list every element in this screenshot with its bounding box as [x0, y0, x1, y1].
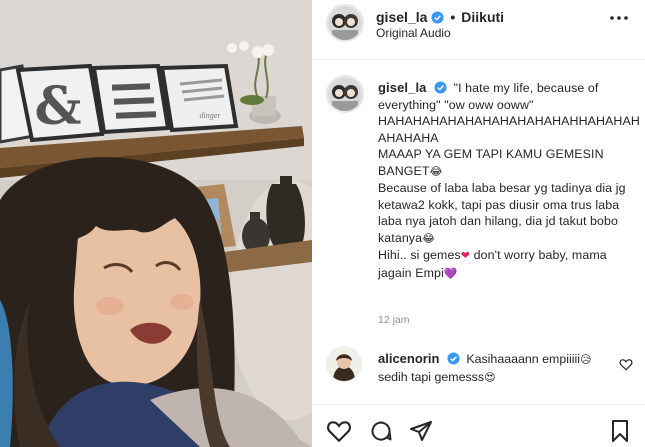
media-illustration: & dinger [0, 0, 312, 447]
post-media[interactable]: & dinger [0, 0, 312, 447]
avatar-image [328, 77, 362, 111]
caption-line-apology-text: MAAAP YA GEM TAPI KAMU GEMESIN BANGET [378, 147, 604, 178]
comment-text: Kasihaaaann empiiiii [466, 352, 580, 366]
author-row: gisel_la • Diikuti [376, 9, 504, 25]
audio-link[interactable]: Original Audio [376, 26, 451, 40]
post-caption: gisel_la "I hate my life, because of eve… [378, 80, 640, 282]
commenter-username[interactable]: alicenorin [378, 351, 439, 366]
caption-line-closing-text: Hihi.. si gemes [378, 248, 461, 262]
verified-badge-icon [434, 81, 447, 94]
comment-text-2: sedih tapi gemesss [378, 369, 485, 384]
caption-line-closing: Hihi.. si gemes❤ don't worry baby, mama … [378, 247, 640, 282]
post-action-bar [312, 404, 645, 447]
follow-status-button[interactable]: Diikuti [461, 9, 504, 25]
wall-frame-text: dinger [159, 63, 239, 133]
verified-badge-icon [447, 352, 460, 365]
red-heart-emoji-icon: ❤ [460, 249, 471, 262]
caption-author-avatar[interactable] [326, 75, 364, 113]
post-header: gisel_la • Diikuti Original Audio [312, 0, 645, 60]
share-icon[interactable] [408, 419, 434, 443]
author-username[interactable]: gisel_la [376, 9, 427, 25]
avatar-image [327, 347, 361, 381]
caption-line-story-text: Because of laba laba besar yg tadinya di… [378, 181, 626, 245]
caption-line-apology: MAAAP YA GEM TAPI KAMU GEMESIN BANGET😂 [378, 146, 640, 180]
verified-badge-icon [431, 10, 444, 24]
svg-text:&: & [35, 76, 82, 137]
caption-timestamp[interactable]: 12 jam [378, 314, 410, 326]
comment-icon[interactable] [368, 419, 394, 443]
sad-emoji-icon: 😥 [579, 353, 592, 366]
heart-eyes-emoji-icon: 😍 [484, 370, 496, 384]
wall-frame-ampersand: & [15, 63, 105, 143]
caption-username[interactable]: gisel_la [378, 80, 427, 95]
wall-frame-stripes [91, 63, 171, 135]
bookmark-icon[interactable] [607, 419, 633, 443]
author-avatar[interactable] [326, 4, 364, 42]
laughing-emoji-icon: 😂 [422, 231, 436, 245]
svg-text:dinger: dinger [200, 111, 222, 120]
avatar-image [328, 6, 362, 40]
header-separator: • [450, 9, 456, 25]
commenter-avatar[interactable] [326, 346, 362, 382]
caption-line-laugh: HAHAHAHAHAHAHAHAHAHAHAHHAHAHAHAHAHAHA [378, 114, 640, 145]
more-options-icon[interactable] [607, 8, 631, 28]
comment-item: alicenorin Kasihaaaann empiiiii😥 sedih t… [378, 351, 608, 386]
heart-icon[interactable] [326, 419, 352, 443]
caption-line-story: Because of laba laba besar yg tadinya di… [378, 180, 640, 247]
purple-heart-emoji-icon: 💜 [443, 266, 458, 280]
post-side-panel: gisel_la • Diikuti Original Audio gisel_… [312, 0, 645, 447]
laughing-emoji-icon: 😂 [429, 164, 443, 178]
comment-like-heart-icon[interactable] [619, 358, 633, 371]
